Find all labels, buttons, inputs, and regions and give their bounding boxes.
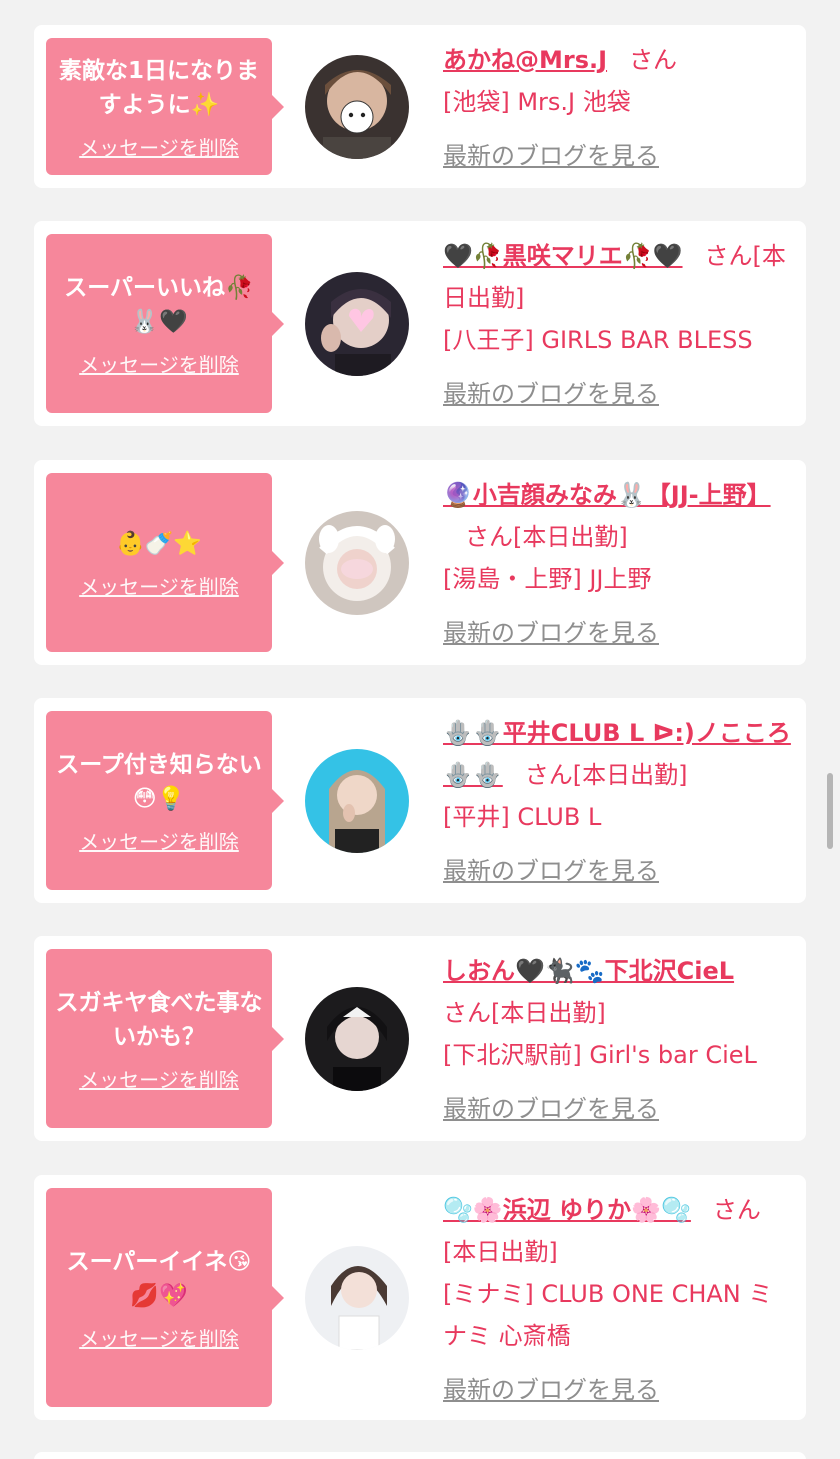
- message-bubble: スープ付き知らない😳💡 メッセージを削除: [46, 711, 284, 890]
- cast-info: 🪬🪬平井CLUB L ᐅ:)ノこころ🪬🪬 さん[本日出勤] [平井] CLUB L…: [443, 712, 793, 892]
- avatar[interactable]: [305, 55, 409, 159]
- list-item: スーパーイイネ😘💋💖 メッセージを削除 🫧🌸浜辺 ゆりか🌸🫧 さん [本日出勤] […: [34, 1175, 806, 1420]
- honorific: さん: [629, 46, 678, 74]
- delete-message-link[interactable]: メッセージを削除: [79, 1327, 239, 1351]
- latest-blog-link[interactable]: 最新のブログを見る: [443, 1369, 793, 1411]
- cast-name-link[interactable]: あかね@Mrs.J: [443, 46, 607, 74]
- delete-message-link[interactable]: メッセージを削除: [79, 1068, 239, 1092]
- delete-message-link[interactable]: メッセージを削除: [79, 353, 239, 377]
- list-item: 素敵な1日になりますように✨ メッセージを削除 あかね@Mrs.J さん [池袋]…: [34, 25, 806, 188]
- latest-blog-link[interactable]: 最新のブログを見る: [443, 1088, 793, 1130]
- avatar[interactable]: [305, 511, 409, 615]
- message-bubble: スガキヤ食べた事ないかも？ メッセージを削除: [46, 949, 284, 1128]
- store-label: [ミナミ] CLUB ONE CHAN ミナミ 心斎橋: [443, 1280, 773, 1350]
- cast-info: 🫧🌸浜辺 ゆりか🌸🫧 さん [本日出勤] [ミナミ] CLUB ONE CHAN ミ…: [443, 1189, 793, 1411]
- honorific: さん: [465, 523, 513, 551]
- cast-name-link[interactable]: しおん🖤🐈‍⬛🐾下北沢CieL: [443, 957, 734, 985]
- cast-info: 🖤🥀黒咲マリエ🥀🖤 さん[本日出勤] [八王子] GIRLS BAR BLESS …: [443, 235, 793, 415]
- avatar[interactable]: [305, 1246, 409, 1350]
- message-text: 👶🍼⭐: [116, 530, 202, 557]
- latest-blog-link[interactable]: 最新のブログを見る: [443, 135, 793, 177]
- honorific: さん: [443, 999, 491, 1027]
- honorific: さん: [704, 242, 753, 270]
- list-item: スガキヤ食べた事ないかも？ メッセージを削除 しおん🖤🐈‍⬛🐾下北沢CieL さん…: [34, 936, 806, 1141]
- avatar[interactable]: [305, 987, 409, 1091]
- list-item: スープ付き知らない😳💡 メッセージを削除 🪬🪬平井CLUB L ᐅ:)ノこころ🪬…: [34, 698, 806, 903]
- avatar[interactable]: [305, 749, 409, 853]
- cast-info: あかね@Mrs.J さん [池袋] Mrs.J 池袋 最新のブログを見る: [443, 39, 793, 177]
- message-text: スガキヤ食べた事ないかも？: [55, 989, 263, 1050]
- latest-blog-link[interactable]: 最新のブログを見る: [443, 612, 793, 654]
- cast-name-link[interactable]: 🔮小吉顔みなみ🐰【JJ-上野】: [443, 481, 771, 509]
- latest-blog-link[interactable]: 最新のブログを見る: [443, 373, 793, 415]
- working-today-badge: [本日出勤]: [572, 761, 688, 789]
- list-item: [34, 1452, 806, 1459]
- working-today-badge: [本日出勤]: [491, 999, 606, 1027]
- store-label: [池袋] Mrs.J 池袋: [443, 88, 631, 116]
- message-text: スーパーイイネ😘💋💖: [66, 1248, 252, 1309]
- store-label: [下北沢駅前] Girl's bar CieL: [443, 1041, 757, 1069]
- store-label: [湯島・上野] JJ上野: [443, 565, 652, 593]
- delete-message-link[interactable]: メッセージを削除: [79, 136, 239, 160]
- store-label: [平井] CLUB L: [443, 803, 602, 831]
- list-item: スーパーいいね🥀🐰🖤 メッセージを削除 🖤🥀黒咲マリエ🥀🖤 さん[本日出勤] [八…: [34, 221, 806, 426]
- working-today-badge: [本日出勤]: [443, 1238, 558, 1266]
- cast-name-link[interactable]: 🖤🥀黒咲マリエ🥀🖤: [443, 242, 683, 270]
- message-text: スーパーいいね🥀🐰🖤: [64, 274, 254, 335]
- delete-message-link[interactable]: メッセージを削除: [79, 830, 239, 854]
- message-bubble: 👶🍼⭐ メッセージを削除: [46, 473, 284, 652]
- message-text: 素敵な1日になりますように✨: [58, 57, 259, 118]
- avatar[interactable]: [305, 272, 409, 376]
- latest-blog-link[interactable]: 最新のブログを見る: [443, 850, 793, 892]
- working-today-badge: [本日出勤]: [513, 523, 628, 551]
- cast-info: しおん🖤🐈‍⬛🐾下北沢CieL さん[本日出勤] [下北沢駅前] Girl's b…: [443, 950, 793, 1130]
- scrollbar[interactable]: [827, 773, 833, 849]
- message-bubble: 素敵な1日になりますように✨ メッセージを削除: [46, 38, 284, 175]
- message-list: 素敵な1日になりますように✨ メッセージを削除 あかね@Mrs.J さん [池袋]…: [0, 0, 840, 1459]
- delete-message-link[interactable]: メッセージを削除: [79, 575, 239, 599]
- honorific: さん: [524, 761, 573, 789]
- message-bubble: スーパーイイネ😘💋💖 メッセージを削除: [46, 1188, 284, 1407]
- message-text: スープ付き知らない😳💡: [56, 751, 262, 812]
- honorific: さん: [712, 1196, 761, 1224]
- list-item: 👶🍼⭐ メッセージを削除 🔮小吉顔みなみ🐰【JJ-上野】さん[本日出勤] [湯島…: [34, 460, 806, 665]
- cast-name-link[interactable]: 🫧🌸浜辺 ゆりか🌸🫧: [443, 1196, 691, 1224]
- message-bubble: スーパーいいね🥀🐰🖤 メッセージを削除: [46, 234, 284, 413]
- store-label: [八王子] GIRLS BAR BLESS: [443, 326, 753, 354]
- cast-info: 🔮小吉顔みなみ🐰【JJ-上野】さん[本日出勤] [湯島・上野] JJ上野 最新の…: [443, 474, 793, 654]
